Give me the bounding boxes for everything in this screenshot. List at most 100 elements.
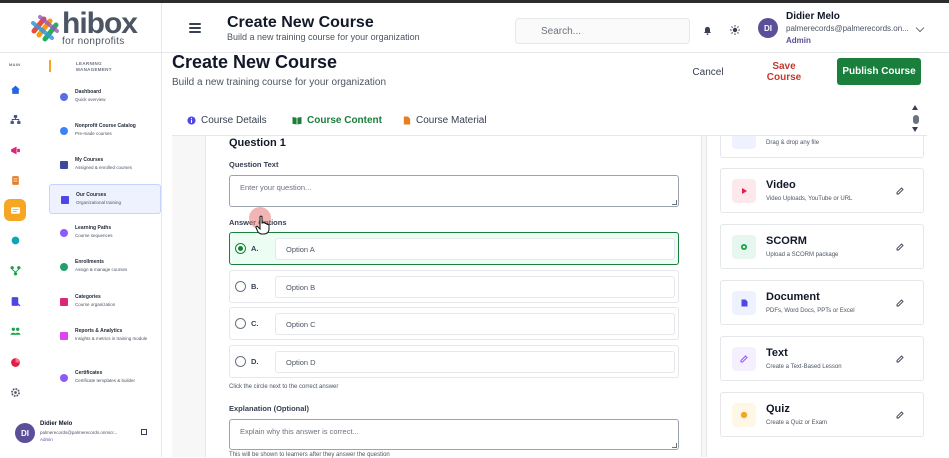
sidebar-item-label: Enrollments: [75, 259, 104, 265]
megaphone-icon[interactable]: [4, 139, 26, 161]
cancel-button[interactable]: Cancel: [685, 60, 731, 84]
sidebar-item-label: Reports & Analytics: [75, 328, 123, 334]
edit-icon[interactable]: [896, 243, 904, 251]
scorm-icon: [732, 235, 756, 259]
answer-option-b: B.: [229, 270, 679, 303]
publish-course-button[interactable]: Publish Course: [837, 58, 921, 85]
courses-icon[interactable]: [4, 199, 26, 221]
question-text-input[interactable]: [229, 175, 679, 207]
sidebar-item-enrollments[interactable]: Enrollments Assign & manage courses: [49, 252, 161, 282]
chart-icon: [60, 332, 68, 340]
document-icon[interactable]: [4, 169, 26, 191]
sidebar-item-course-catalog[interactable]: Nonprofit Course Catalog Pre-made courses: [49, 116, 161, 146]
path-icon: [60, 229, 68, 237]
correct-answer-radio[interactable]: [235, 243, 246, 254]
book-icon: [60, 161, 68, 169]
hand-cursor-icon: [255, 215, 270, 235]
sidebar-item-our-courses[interactable]: Our Courses Organizational training: [49, 184, 161, 214]
brand-logo[interactable]: hibox for nonprofits: [30, 7, 138, 47]
sidebar-item-label: My Courses: [75, 157, 104, 163]
question-title: Question 1: [229, 137, 286, 149]
sidebar-item-desc: Course sequences: [75, 233, 113, 238]
material-document[interactable]: Document PDFs, Word Docs, PPTs or Excel: [720, 280, 924, 325]
user-name: Didier Melo: [786, 11, 840, 22]
circle-icon[interactable]: [4, 229, 26, 251]
resize-handle-icon[interactable]: [672, 200, 677, 205]
notifications-icon[interactable]: [703, 26, 712, 35]
settings-icon[interactable]: [4, 381, 26, 403]
options-hint: Click the circle next to the correct ans…: [229, 384, 339, 390]
sidebar-item-learning-paths[interactable]: Learning Paths Course sequences: [49, 218, 161, 248]
scroll-thumb[interactable]: [913, 115, 919, 124]
material-scorm[interactable]: SCORM Upload a SCORM package: [720, 224, 924, 269]
home-icon[interactable]: [4, 78, 26, 100]
scroll-up-arrow-icon[interactable]: [912, 105, 918, 110]
sidebar-item-certificates[interactable]: Certificates Certificate templates & buil…: [49, 363, 161, 393]
option-letter: B.: [251, 282, 259, 291]
certificate-icon: [60, 374, 68, 382]
brand-tagline: for nonprofits: [62, 36, 125, 47]
video-icon: [732, 179, 756, 203]
sidebar-item-desc: Insights & metrics in training module: [75, 336, 148, 341]
header-title: Create New Course: [227, 14, 374, 31]
rail-label: MAIN: [9, 62, 21, 67]
save-course-button[interactable]: Save Course: [754, 60, 814, 84]
sidebar-item-label: Certificates: [75, 370, 103, 376]
sidebar-item-reports[interactable]: Reports & Analytics Insights & metrics in…: [49, 321, 161, 357]
material-name: Quiz: [766, 403, 790, 415]
user-email: palmerecords@palmerecords.on...: [786, 24, 909, 33]
sidebar-item-desc: Pre-made courses: [75, 131, 112, 136]
edit-icon[interactable]: [896, 411, 904, 419]
scroll-down-arrow-icon[interactable]: [912, 127, 918, 132]
sidebar-item-desc: Assigned & enrolled courses: [75, 165, 133, 170]
material-desc: Create a Quiz or Exam: [766, 420, 828, 426]
book-open-icon: [292, 116, 302, 124]
material-desc: Create a Text-Based Lesson: [766, 364, 842, 370]
material-desc: PDFs, Word Docs, PPTs or Excel: [766, 308, 855, 314]
catalog-icon: [60, 127, 68, 135]
tab-course-content[interactable]: Course Content: [292, 113, 382, 127]
material-name: Document: [766, 291, 820, 303]
sidebar-user-name: Didier Melo: [40, 421, 73, 427]
material-text[interactable]: Text Create a Text-Based Lesson: [720, 336, 924, 381]
edit-icon[interactable]: [896, 187, 904, 195]
section-label: LEARNING MANAGEMENT: [76, 61, 112, 72]
resize-handle-icon[interactable]: [672, 443, 677, 448]
sidebar-user-avatar[interactable]: DI: [15, 423, 35, 443]
pie-chart-icon[interactable]: [4, 351, 26, 373]
tab-course-material[interactable]: Course Material: [403, 113, 487, 127]
theme-toggle-icon[interactable]: [730, 25, 740, 35]
document-icon: [732, 291, 756, 315]
correct-answer-radio[interactable]: [235, 356, 246, 367]
menu-toggle-icon[interactable]: [189, 23, 201, 33]
material-quiz[interactable]: Quiz Create a Quiz or Exam: [720, 392, 924, 437]
external-link-icon[interactable]: [141, 429, 147, 435]
page-title: Create New Course: [172, 52, 338, 72]
team-icon[interactable]: [4, 320, 26, 342]
correct-answer-radio[interactable]: [235, 318, 246, 329]
option-b-input[interactable]: [275, 276, 675, 298]
option-a-input[interactable]: [275, 238, 675, 260]
material-name: SCORM: [766, 235, 807, 247]
edit-icon[interactable]: [896, 355, 904, 363]
edit-icon[interactable]: [896, 299, 904, 307]
sidebar-item-my-courses[interactable]: My Courses Assigned & enrolled courses: [49, 150, 161, 180]
explanation-input[interactable]: [229, 419, 679, 450]
material-video[interactable]: Video Video Uploads, YouTube or URL: [720, 168, 924, 213]
material-name: Video: [766, 179, 796, 191]
option-c-input[interactable]: [275, 313, 675, 335]
search-input[interactable]: [515, 18, 690, 44]
chevron-down-icon[interactable]: [915, 23, 925, 33]
option-d-input[interactable]: [275, 351, 675, 373]
hierarchy-icon[interactable]: [4, 108, 26, 130]
form-icon[interactable]: [4, 290, 26, 312]
tab-course-details[interactable]: Course Details: [187, 113, 267, 127]
flow-icon[interactable]: [4, 259, 26, 281]
sidebar-user-email: palmerecords@palmerecords.onmicr...: [40, 430, 118, 435]
sidebar-item-dashboard[interactable]: Dashboard Quick overview: [49, 82, 161, 112]
correct-answer-radio[interactable]: [235, 281, 246, 292]
user-avatar[interactable]: DI: [758, 18, 778, 38]
header-subtitle: Build a new training course for your org…: [227, 32, 420, 42]
sidebar-item-categories[interactable]: Categories Course organization: [49, 287, 161, 317]
sidebar-user-role: Admin: [40, 437, 53, 442]
